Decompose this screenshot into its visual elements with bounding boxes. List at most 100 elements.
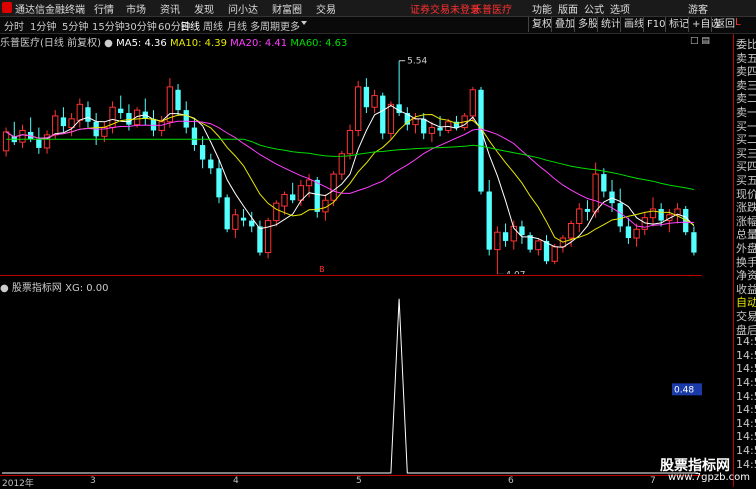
- x-label: 4: [233, 476, 239, 486]
- menu-wenxiaoda[interactable]: 问小达: [228, 1, 258, 16]
- quote-row-label: 14:5: [736, 416, 756, 430]
- window-controls: □ ▤: [690, 36, 710, 46]
- candle-body: [494, 231, 501, 251]
- candle-body: [150, 118, 157, 131]
- tab-multiperiod[interactable]: 多周期: [250, 18, 280, 33]
- quote-panel: 委比 卖五 卖四 卖三 卖二 卖一 买一 买二 买三 买四 买五 现价 涨跌 涨幅 总量 外盘 换手 净资 收益 自动…: [733, 34, 756, 487]
- menu-faxian[interactable]: 发现: [194, 1, 214, 16]
- high-annotation: 5.54: [407, 57, 427, 67]
- candle-body: [330, 173, 337, 201]
- candle-body: [257, 226, 263, 253]
- main-legend: 乐普医疗(日线 前复权) ● MA5: 4.36 MA10: 4.39 MA20…: [0, 34, 348, 49]
- app-name: 通达信金融终端: [15, 5, 85, 16]
- candle-body: [658, 208, 664, 221]
- legend-ma5: MA5: 4.36: [116, 38, 167, 49]
- current-value-label: 0.48: [674, 385, 694, 395]
- candle-body: [314, 179, 320, 212]
- tab-daily[interactable]: 日线: [180, 18, 200, 33]
- candle-body: [216, 168, 222, 198]
- candle-body: [371, 95, 378, 108]
- low-annotation: 4.07: [505, 270, 525, 274]
- candle-body: [2, 131, 10, 152]
- menu-hangqing[interactable]: 行情: [94, 1, 114, 16]
- candle-body: [486, 191, 492, 250]
- candle-body: [609, 191, 615, 204]
- candle-body: [208, 159, 214, 169]
- indicator-chart[interactable]: 1.000.800.600.400.200.48: [0, 276, 702, 476]
- candle-body: [691, 232, 697, 253]
- quote-row-label: 14:5: [736, 335, 756, 349]
- candle-body: [60, 117, 67, 127]
- candle-body: [76, 103, 83, 121]
- candle-body: [297, 185, 305, 201]
- candle-body: [363, 86, 370, 108]
- stock-link[interactable]: 乐普医疗: [472, 1, 512, 16]
- candle-body: [633, 228, 640, 239]
- quote-row-label: 14:5: [736, 362, 756, 376]
- candle-body: [649, 208, 657, 219]
- candlestick-chart[interactable]: 5.405.205.004.804.604.404.205.544.07B: [0, 34, 702, 274]
- menu-banmian[interactable]: 版面: [558, 1, 578, 16]
- user-name[interactable]: 游客: [688, 1, 708, 16]
- menu-shichang[interactable]: 市场: [126, 1, 146, 16]
- expand-icon[interactable]: ▤: [701, 36, 710, 46]
- candle-body: [36, 139, 42, 148]
- watermark-url: www.7gpzb.com: [668, 472, 750, 483]
- candle-body: [421, 118, 427, 134]
- candle-body: [305, 179, 313, 187]
- legend-ma60: MA60: 4.63: [290, 38, 348, 49]
- candle-body: [502, 232, 509, 241]
- candle-body: [158, 121, 165, 131]
- buy-marker: B: [319, 265, 325, 274]
- menu-xuanxiang[interactable]: 选项: [610, 1, 630, 16]
- candle-body: [240, 217, 247, 221]
- quote-row-label: 14:5: [736, 430, 756, 444]
- app-logo-icon: [2, 2, 12, 13]
- tab-more[interactable]: 更多: [280, 18, 300, 33]
- candle-body: [535, 240, 542, 251]
- stock-title: 乐普医疗(日线 前复权): [0, 38, 101, 49]
- candle-body: [478, 89, 484, 192]
- login-warning[interactable]: 证券交易未登录: [410, 1, 480, 16]
- candle-body: [469, 89, 476, 117]
- chart-settings-icon[interactable]: ●: [104, 38, 113, 49]
- quote-row-label: 14:5: [736, 444, 756, 457]
- tab-15min[interactable]: 15分钟: [92, 18, 125, 33]
- tab-fenshi[interactable]: 分时: [4, 18, 24, 33]
- tab-1min[interactable]: 1分钟: [30, 18, 56, 33]
- panel-header: L: [735, 17, 741, 28]
- x-label: 3: [90, 476, 96, 486]
- maximize-icon[interactable]: □: [690, 36, 699, 46]
- legend-ma20: MA20: 4.41: [230, 38, 288, 49]
- tab-monthly[interactable]: 月线: [227, 18, 247, 33]
- candle-body: [387, 103, 395, 134]
- x-label: 6: [508, 476, 514, 486]
- candle-body: [519, 226, 525, 236]
- menu-jiaoyi[interactable]: 交易: [316, 1, 336, 16]
- x-axis: 2012年 3 4 5 6 7: [0, 475, 702, 489]
- candle-body: [584, 208, 591, 212]
- tab-5min[interactable]: 5分钟: [62, 18, 88, 33]
- candle-body: [118, 108, 124, 114]
- candle-body: [126, 113, 132, 125]
- candle-body: [567, 222, 575, 239]
- indicator-legend: ● 股票指标网 XG: 0.00: [0, 279, 109, 294]
- menu-gongshi[interactable]: 公式: [584, 1, 604, 16]
- menu-gongneng[interactable]: 功能: [532, 1, 552, 16]
- candle-body: [281, 193, 288, 207]
- quote-row-label: 14:5: [736, 348, 756, 362]
- tab-weekly[interactable]: 周线: [203, 18, 223, 33]
- candle-body: [437, 127, 443, 131]
- menu-caifuquan[interactable]: 财富圈: [272, 1, 302, 16]
- candle-body: [191, 127, 198, 146]
- indicator-settings-icon[interactable]: ●: [0, 283, 9, 294]
- candle-body: [52, 115, 59, 136]
- tab-30min[interactable]: 30分钟: [124, 18, 157, 33]
- candle-body: [551, 246, 558, 262]
- candle-body: [428, 127, 436, 134]
- candle-body: [290, 194, 296, 201]
- menu-zixun[interactable]: 资讯: [160, 1, 180, 16]
- back-button[interactable]: 返回: [711, 17, 738, 32]
- chevron-down-icon[interactable]: [301, 21, 307, 25]
- candle-body: [380, 95, 386, 134]
